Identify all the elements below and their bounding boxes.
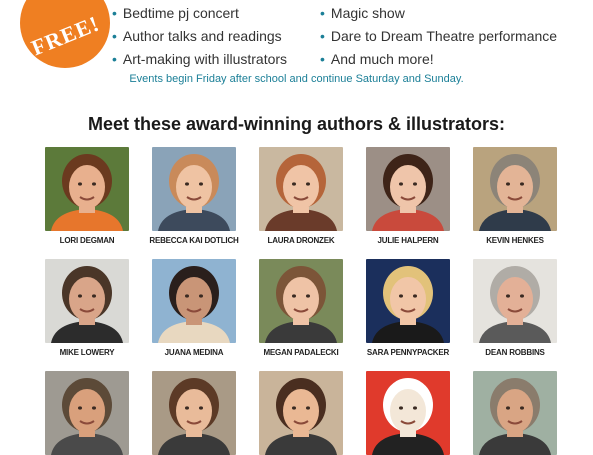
author-photo: [366, 147, 450, 231]
event-item: Art-making with illustrators: [112, 48, 287, 71]
author-photo: [152, 259, 236, 343]
author-card: REBECCA KAI DOTLICH: [149, 147, 239, 245]
author-name: MEGAN PADALECKI: [263, 348, 339, 357]
author-card: [259, 371, 343, 455]
author-card: KEVIN HENKES: [473, 147, 557, 245]
free-badge: FREE!: [20, 0, 110, 68]
author-photo: [259, 147, 343, 231]
author-photo: [45, 371, 129, 455]
author-photo: [152, 147, 236, 231]
author-name: JUANA MEDINA: [164, 348, 224, 357]
author-photo: [45, 147, 129, 231]
author-card: LAURA DRONZEK: [259, 147, 343, 245]
author-card: [366, 371, 450, 455]
author-name: MIKE LOWERY: [59, 348, 115, 357]
author-photo: [473, 259, 557, 343]
author-card: [45, 371, 129, 455]
author-photo: [259, 259, 343, 343]
events-list-left: Bedtime pj concert Author talks and read…: [112, 2, 287, 71]
event-item: Bedtime pj concert: [112, 2, 287, 25]
author-name: SARA PENNYPACKER: [366, 348, 450, 357]
events-schedule-note: Events begin Friday after school and con…: [129, 73, 464, 85]
author-card: [152, 371, 236, 455]
author-photo: [45, 259, 129, 343]
author-name: REBECCA KAI DOTLICH: [149, 236, 239, 245]
author-card: MEGAN PADALECKI: [259, 259, 343, 357]
author-name: LORI DEGMAN: [59, 236, 115, 245]
author-card: SARA PENNYPACKER: [366, 259, 450, 357]
author-photo: [152, 371, 236, 455]
author-card: MIKE LOWERY: [45, 259, 129, 357]
author-photo: [473, 371, 557, 455]
author-photo: [366, 259, 450, 343]
author-card: JULIE HALPERN: [366, 147, 450, 245]
author-photo: [366, 371, 450, 455]
events-list-right: Magic show Dare to Dream Theatre perform…: [320, 2, 557, 71]
free-badge-text: FREE!: [27, 10, 103, 61]
event-item: Dare to Dream Theatre performance: [320, 25, 557, 48]
author-name: JULIE HALPERN: [377, 236, 439, 245]
event-item: Magic show: [320, 2, 557, 25]
event-item: Author talks and readings: [112, 25, 287, 48]
section-heading: Meet these award-winning authors & illus…: [87, 114, 506, 134]
author-photo: [259, 371, 343, 455]
author-name: LAURA DRONZEK: [267, 236, 335, 245]
author-card: [473, 371, 557, 455]
author-card: JUANA MEDINA: [152, 259, 236, 357]
author-name: KEVIN HENKES: [486, 236, 544, 245]
author-card: DEAN ROBBINS: [473, 259, 557, 357]
author-photo: [473, 147, 557, 231]
author-card: LORI DEGMAN: [45, 147, 129, 245]
event-item: And much more!: [320, 48, 557, 71]
author-grid: LORI DEGMAN REBECCA KAI DOTLICH LAURA DRON…: [45, 147, 557, 455]
author-name: DEAN ROBBINS: [485, 348, 545, 357]
